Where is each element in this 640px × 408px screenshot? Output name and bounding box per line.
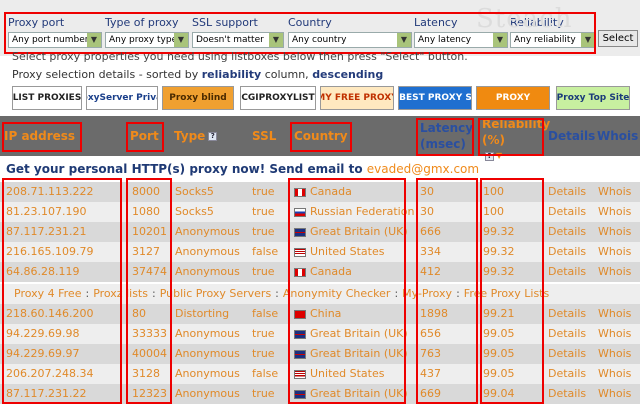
logo-proxyserver-privacy[interactable]: ProxyServer Privacy [86,86,158,110]
type-cell: Anonymous [175,367,240,380]
details-link[interactable]: Details [548,304,586,324]
header-label: SSL [252,129,277,143]
ssl-cell: true [252,347,275,360]
help-icon[interactable]: ? [208,131,218,141]
whois-link[interactable]: Whois [598,324,631,344]
header-label: Details [548,129,596,143]
whois-link[interactable]: Whois [598,384,631,404]
ssl-cell: false [252,367,279,380]
highlight-latency-column [416,178,478,404]
logo-proxy-blind[interactable]: Proxy blind [162,86,234,110]
highlight-port-column [126,178,172,404]
details-link[interactable]: Details [548,364,586,384]
highlight-country-column [288,178,406,404]
header-label: Whois [597,129,639,143]
logo-text: LIST PROXIES [12,93,82,103]
whois-link[interactable]: Whois [598,304,631,324]
ssl-cell: true [252,225,275,238]
instruction-note: Select proxy properties you need using l… [12,50,468,63]
details-link[interactable]: Details [548,222,586,242]
type-cell: Anonymous [175,327,240,340]
col-whois: Whois [597,116,638,156]
logo-proxy[interactable]: PROXY [476,86,550,110]
logo-text: Proxy blind [169,93,227,103]
logo-text: ProxyServer Privacy [87,93,157,103]
ssl-cell: true [252,387,275,400]
ssl-cell: true [252,185,275,198]
ssl-cell: false [252,245,279,258]
banner-email-link[interactable]: evaded@gmx.com [367,162,479,176]
sort-middle: column, [264,68,309,81]
whois-link[interactable]: Whois [598,344,631,364]
col-type[interactable]: Type? [174,116,218,156]
sort-direction: descending [312,68,384,81]
promo-banner: Get your personal HTTP(s) proxy now! Sen… [6,162,479,176]
sort-column: reliability [201,68,262,81]
type-cell: Socks5 [175,205,214,218]
type-cell: Anonymous [175,347,240,360]
type-cell: Anonymous [175,225,240,238]
select-button[interactable]: Select [598,30,638,47]
whois-link[interactable]: Whois [598,364,631,384]
partner-link[interactable]: Public Proxy Servers [160,287,271,300]
logo-list-proxies[interactable]: LIST PROXIES [12,86,82,110]
details-link[interactable]: Details [548,182,586,202]
details-link[interactable]: Details [548,262,586,282]
highlight-latency-header [416,118,474,156]
logo-my-free-proxy[interactable]: MY FREE PROXY [320,86,394,110]
logo-text: Proxy Top Site [556,93,630,103]
type-cell: Anonymous [175,245,240,258]
whois-link[interactable]: Whois [598,242,631,262]
link-separator: : [275,287,279,300]
logo-text: PROXY [495,93,531,103]
type-cell: Anonymous [175,265,240,278]
logo-proxy-top-site[interactable]: Proxy Top Site [556,86,630,110]
logo-cgiproxylist[interactable]: CGIPROXYLIST [240,86,316,110]
ssl-cell: true [252,265,275,278]
highlight-filters [4,12,596,54]
logo-bps[interactable]: BPS BEST PROXY SITES [398,86,472,110]
whois-link[interactable]: Whois [598,222,631,242]
highlight-port-header [126,122,164,152]
col-details: Details [548,116,595,156]
highlight-ip-header [2,122,82,152]
whois-link[interactable]: Whois [598,262,631,282]
details-link[interactable]: Details [548,324,586,344]
whois-link[interactable]: Whois [598,182,631,202]
ssl-cell: true [252,327,275,340]
col-ssl[interactable]: SSL [252,116,276,156]
type-cell: Anonymous [175,387,240,400]
logo-text: MY FREE PROXY [320,93,394,103]
partner-logos: LIST PROXIES ProxyServer Privacy Proxy b… [0,84,640,114]
ssl-cell: false [252,307,279,320]
sort-description: Proxy selection details - sorted by reli… [12,68,383,81]
type-cell: Socks5 [175,185,214,198]
banner-text: Get your personal HTTP(s) proxy now! Sen… [6,162,363,176]
header-label: Type [174,129,206,143]
highlight-reliability-header [478,118,544,156]
details-link[interactable]: Details [548,384,586,404]
whois-link[interactable]: Whois [598,202,631,222]
sort-prefix: Proxy selection details - sorted by [12,68,199,81]
highlight-reliability-column [480,178,544,404]
ssl-cell: true [252,205,275,218]
type-cell: Distorting [175,307,230,320]
logo-text: CGIPROXYLIST [241,93,315,103]
highlight-ip-column [2,178,122,404]
details-link[interactable]: Details [548,242,586,262]
highlight-country-header [290,122,352,152]
details-link[interactable]: Details [548,202,586,222]
details-link[interactable]: Details [548,344,586,364]
logo-text: BPS BEST PROXY SITES [399,93,472,103]
